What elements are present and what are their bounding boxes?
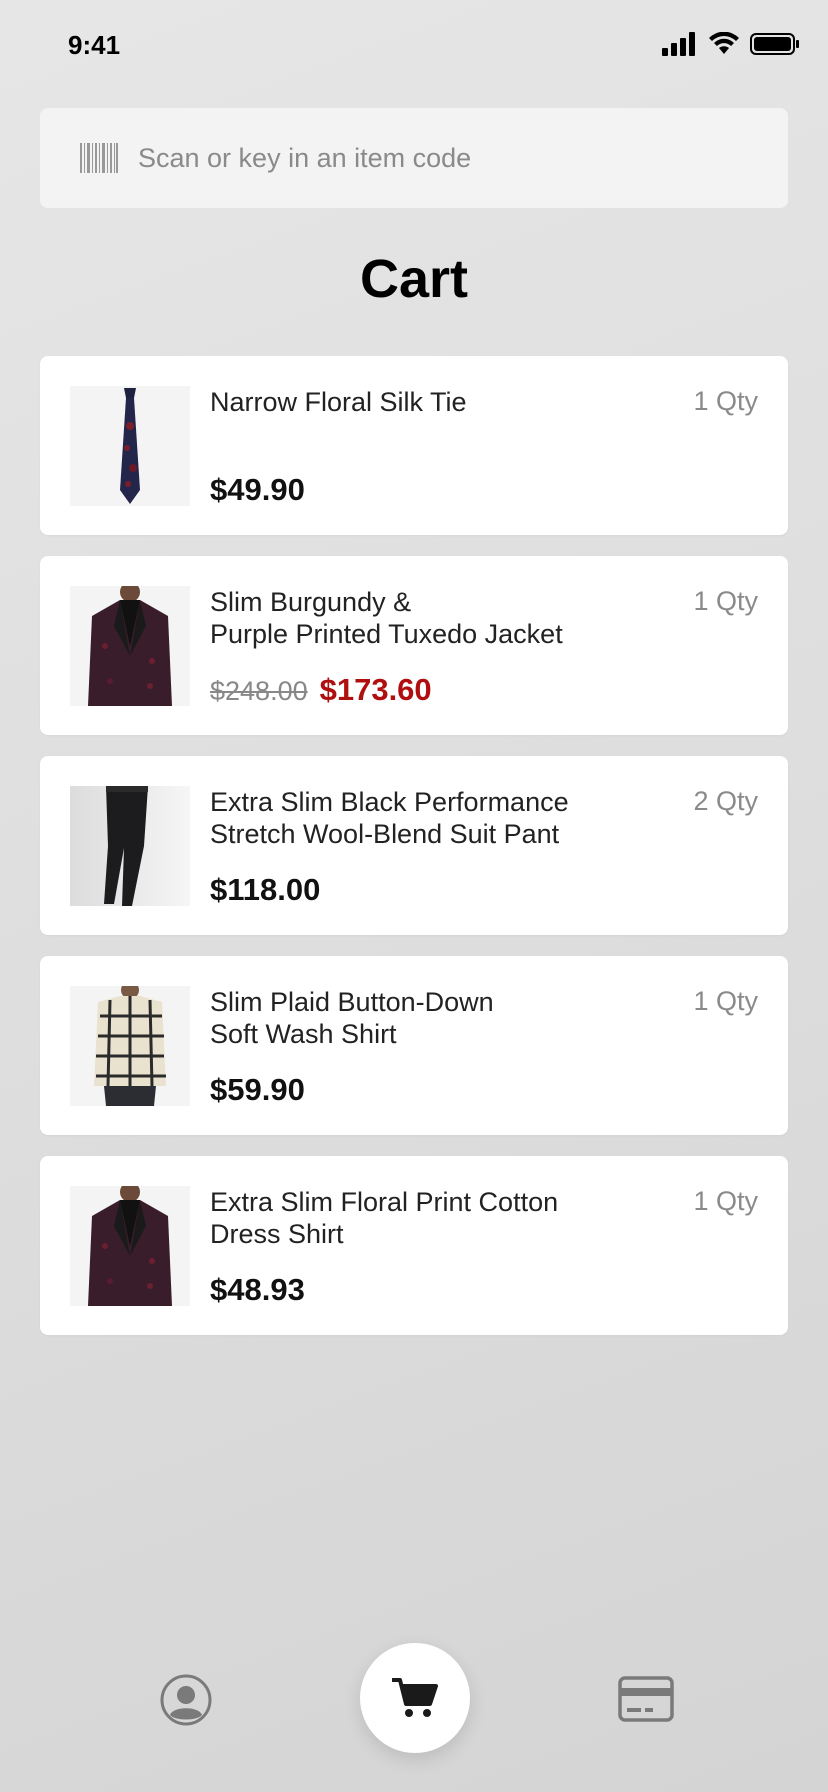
cart-item[interactable]: Extra Slim Black Performance Stretch Wool… [40,756,788,935]
product-name: Extra Slim Black Performance Stretch Wool… [210,787,569,849]
barcode-icon[interactable] [80,143,118,173]
price: $118.00 [210,872,321,907]
quantity-label[interactable]: 1 Qty [693,386,758,417]
cart-icon [392,1678,438,1717]
page-title: Cart [359,249,469,309]
price-row: $48.93 [210,1272,305,1308]
product-name: Slim Burgundy & Purple Printed Tuxedo Jac… [210,587,563,649]
signal-icon [662,32,695,56]
quantity-label[interactable]: 2 Qty [693,786,758,817]
tab-bar [0,1640,828,1760]
price: $59.90 [210,1072,305,1107]
search-bar[interactable] [40,108,788,208]
price-row: $49.90 [210,472,305,508]
product-image-tie[interactable] [70,386,190,506]
sale-price: $173.60 [319,672,432,707]
search-input[interactable] [138,142,738,174]
quantity-label[interactable]: 1 Qty [693,986,758,1017]
battery-icon [750,33,799,55]
credit-card-icon[interactable] [618,1676,674,1722]
cart-tab-button[interactable] [360,1643,470,1753]
product-image-tuxedo-jacket[interactable] [70,586,190,706]
product-name: Narrow Floral Silk Tie [210,387,467,417]
cart-item[interactable]: Extra Slim Floral Print Cotton Dress Shir… [40,1156,788,1335]
price-row: $118.00 [210,872,320,908]
product-name: Slim Plaid Button-Down Soft Wash Shirt [210,987,494,1049]
price: $49.90 [210,472,305,507]
status-time: 9:41 [68,30,121,60]
cart-item[interactable]: Slim Plaid Button-Down Soft Wash Shirt 1 … [40,956,788,1135]
product-image-plaid-shirt[interactable] [70,986,190,1106]
price-row: $59.90 [210,1072,305,1108]
product-name: Extra Slim Floral Print Cotton Dress Shir… [210,1187,559,1249]
product-image-suit-pant[interactable] [70,786,190,906]
price-row: $248.00 $173.60 [210,672,432,708]
product-image-tuxedo-jacket[interactable] [70,1186,190,1306]
quantity-label[interactable]: 1 Qty [693,586,758,617]
status-icons [662,32,800,56]
price: $48.93 [210,1272,305,1307]
cart-item[interactable]: Slim Burgundy & Purple Printed Tuxedo Jac… [40,556,788,735]
status-bar: 9:41 [0,0,828,96]
wifi-icon [709,32,739,54]
cart-item[interactable]: Narrow Floral Silk Tie 1 Qty $49.90 [40,356,788,535]
cart-list: Narrow Floral Silk Tie 1 Qty $49.90 Slim… [40,356,788,1356]
profile-icon[interactable] [160,1674,212,1726]
quantity-label[interactable]: 1 Qty [693,1186,758,1217]
original-price: $248.00 [210,676,308,706]
